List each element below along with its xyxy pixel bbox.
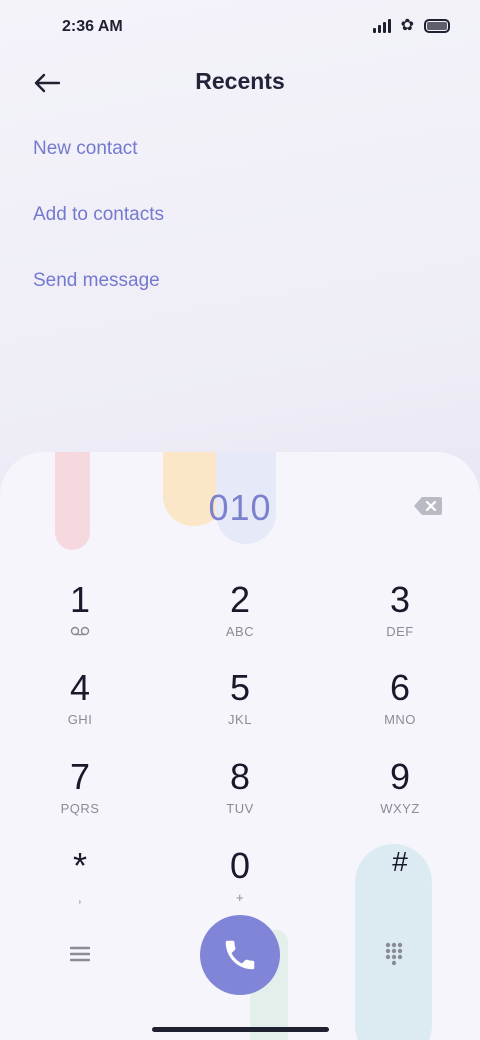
key-digit: 3: [389, 579, 411, 620]
key-digit: 4: [69, 667, 91, 708]
menu-icon[interactable]: [69, 945, 98, 969]
key-digit: *: [72, 845, 87, 886]
call-button[interactable]: [200, 915, 280, 995]
star-icon: ✿: [400, 17, 414, 34]
key-digit: 6: [389, 667, 411, 708]
key-letters: ABC: [225, 624, 255, 639]
backspace-icon[interactable]: [414, 496, 442, 516]
dialed-number: 010: [208, 487, 272, 528]
signal-icon: [372, 19, 391, 33]
page-title: Recents: [195, 68, 285, 94]
add-to-contacts-option[interactable]: Add to contacts: [33, 201, 164, 267]
key-letters: PQRS: [60, 801, 100, 816]
voicemail-icon: [10, 624, 150, 639]
dialpad-icon[interactable]: [384, 942, 406, 968]
key-star[interactable]: * ,: [10, 846, 150, 922]
key-7[interactable]: 7 PQRS: [10, 757, 150, 833]
key-letters: ,: [77, 890, 83, 905]
battery-icon: [424, 19, 450, 33]
key-3[interactable]: 3 DEF: [330, 580, 470, 656]
header: Recents: [0, 60, 480, 104]
dialer-actions: [0, 915, 480, 995]
key-hash[interactable]: #: [330, 846, 470, 922]
key-letters: MNO: [384, 712, 416, 727]
options-list: New contact Add to contacts Send message: [33, 135, 164, 333]
key-digit: #: [392, 846, 408, 877]
key-letters: WXYZ: [380, 801, 420, 816]
key-letters: GHI: [67, 712, 93, 727]
key-letters: JKL: [228, 712, 252, 727]
new-contact-option[interactable]: New contact: [33, 135, 164, 201]
key-digit: 1: [69, 579, 91, 620]
key-2[interactable]: 2 ABC: [170, 580, 310, 656]
key-digit: 8: [229, 756, 251, 797]
key-digit: 0: [229, 845, 251, 886]
send-message-option[interactable]: Send message: [33, 267, 164, 333]
key-5[interactable]: 5 JKL: [170, 668, 310, 744]
status-bar: 2:36 AM ✿: [0, 0, 480, 56]
status-icons: ✿: [372, 17, 450, 34]
key-letters: TUV: [226, 801, 254, 816]
key-6[interactable]: 6 MNO: [330, 668, 470, 744]
key-8[interactable]: 8 TUV: [170, 757, 310, 833]
dialer-panel: 010 1 2 ABC 3 DEF 4 GHI 5 JKL 6 MNO 7 PQ…: [0, 452, 480, 1040]
status-time: 2:36 AM: [62, 18, 123, 35]
key-1[interactable]: 1: [10, 580, 150, 656]
home-indicator[interactable]: [152, 1027, 329, 1032]
key-digit: 9: [389, 756, 411, 797]
phone-icon: [225, 940, 255, 970]
key-digit: 7: [69, 756, 91, 797]
key-letters: DEF: [386, 624, 414, 639]
key-digit: 5: [229, 667, 251, 708]
key-digit: 2: [229, 579, 251, 620]
key-9[interactable]: 9 WXYZ: [330, 757, 470, 833]
key-0[interactable]: 0 +: [170, 846, 310, 922]
key-letters: +: [235, 890, 245, 905]
key-4[interactable]: 4 GHI: [10, 668, 150, 744]
